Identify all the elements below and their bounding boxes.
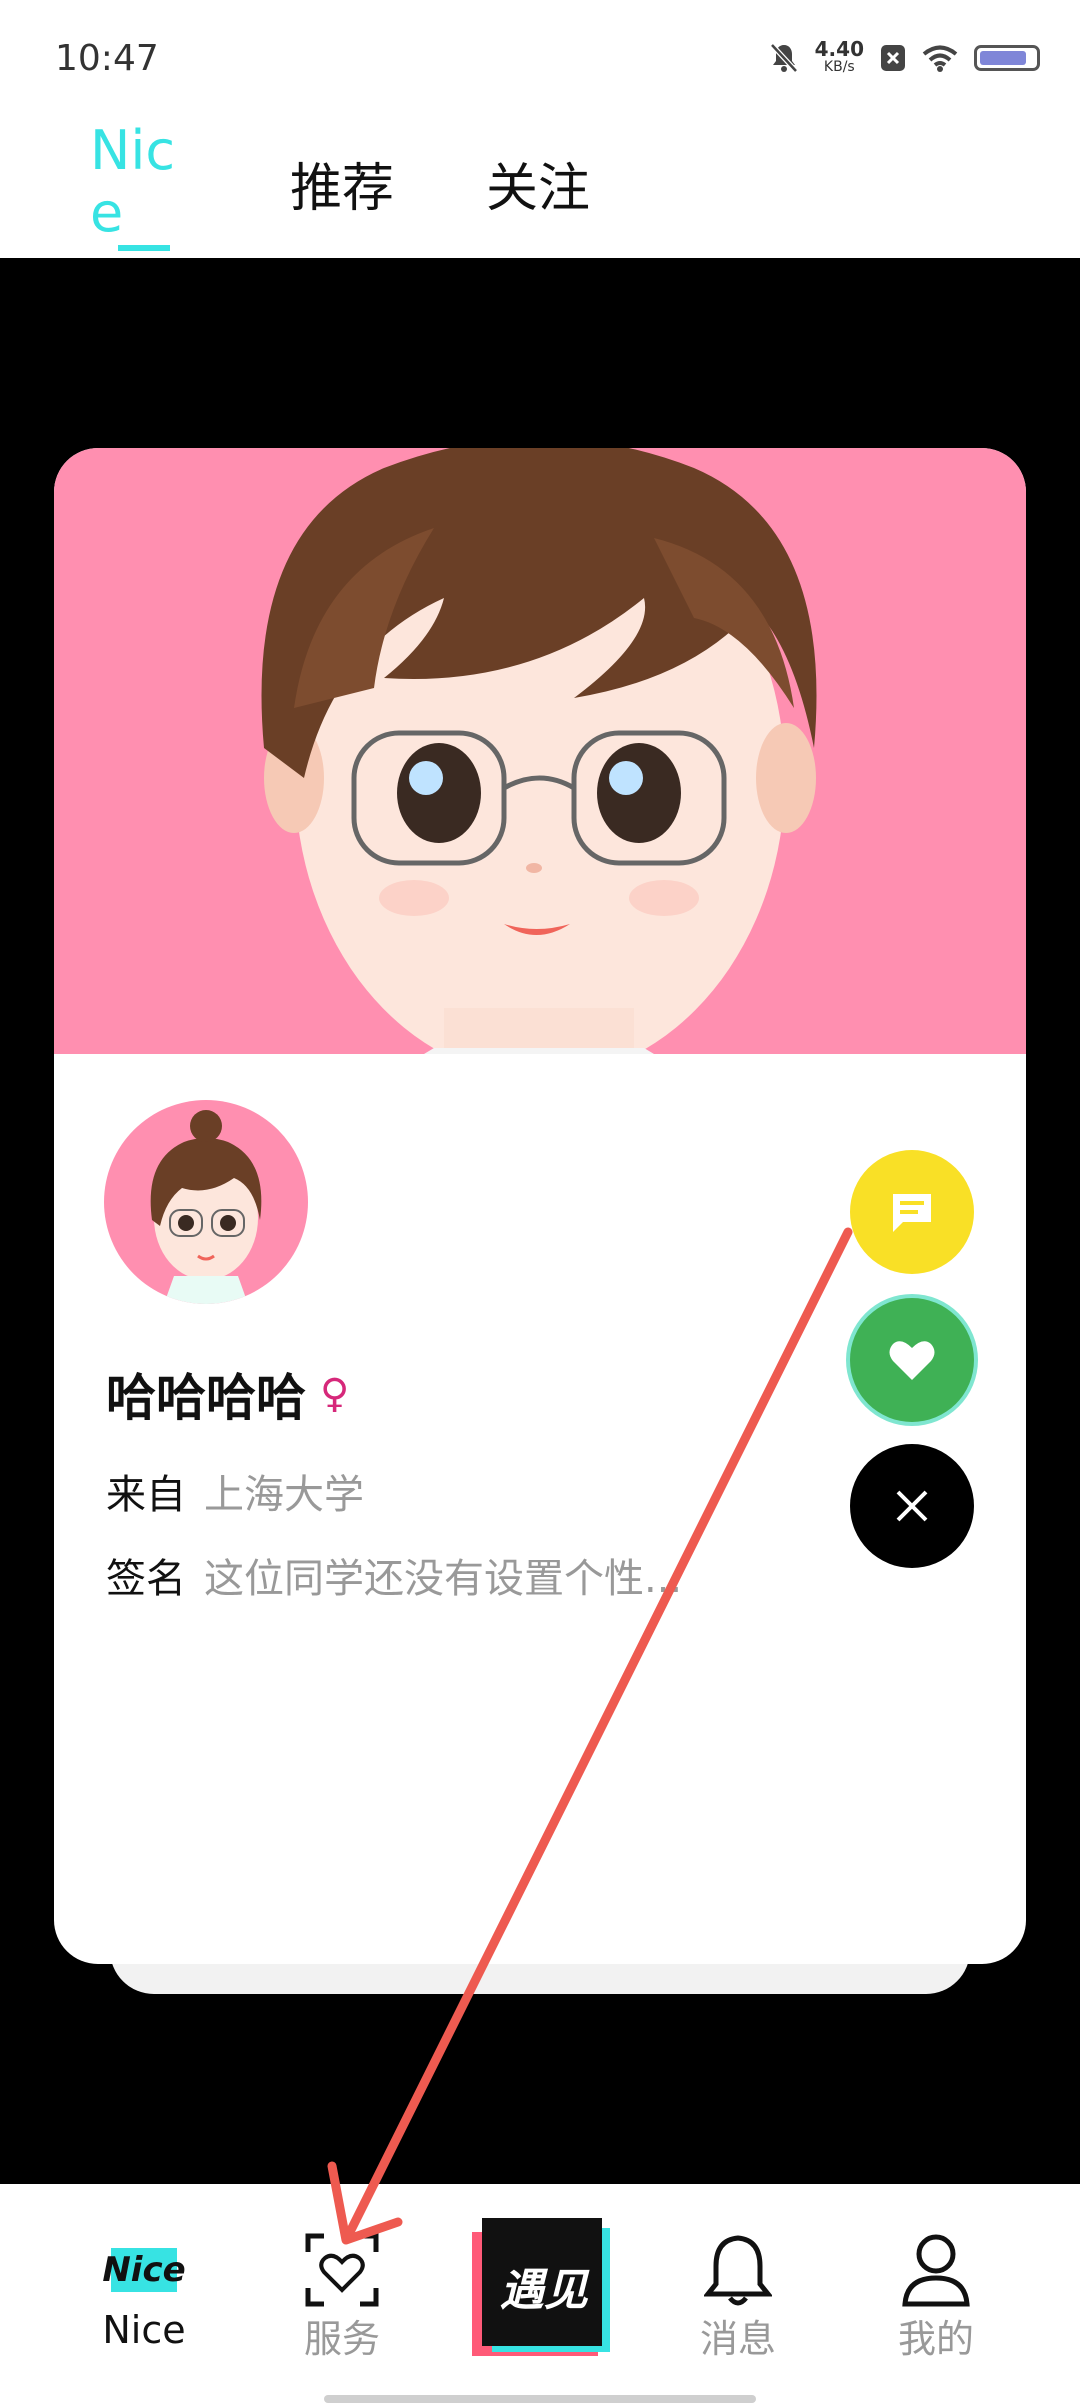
- net-speed-value: 4.40: [814, 37, 864, 61]
- from-value: 上海大学: [204, 1472, 364, 1518]
- dismiss-button[interactable]: [850, 1444, 974, 1568]
- signature-label: 签名: [106, 1556, 186, 1602]
- logo-underline: [118, 245, 170, 251]
- meet-center-label: 遇见: [500, 2265, 588, 2316]
- home-indicator: [324, 2395, 756, 2403]
- signature-row: 签名 这位同学还没有设置个性...: [106, 1546, 682, 1604]
- status-icons: 4.40 KB/s: [769, 37, 1040, 76]
- nav-service[interactable]: [262, 2228, 422, 2312]
- nav-nice-label: Nice: [102, 2308, 186, 2352]
- user-name: 哈哈哈哈: [106, 1369, 306, 1427]
- nice-logo-text: Nice: [102, 2250, 186, 2290]
- bell-icon: [702, 2235, 774, 2306]
- name-row: 哈哈哈哈 ♀: [106, 1358, 349, 1430]
- heart-scan-icon: [305, 2233, 379, 2307]
- tab-recommend[interactable]: 推荐: [290, 146, 394, 221]
- bottom-nav: Nice Nice 服务 遇见 消息 我的: [0, 2184, 1080, 2408]
- logo-line1: Nic: [90, 119, 176, 182]
- chat-bubble-icon: [893, 1194, 931, 1232]
- nav-messages-label: 消息: [699, 2317, 776, 2361]
- bell-muted-icon: [769, 43, 798, 73]
- nav-messages[interactable]: [658, 2228, 818, 2312]
- person-icon: [902, 2234, 970, 2307]
- battery-icon: [974, 45, 1040, 71]
- nav-profile[interactable]: [856, 2228, 1016, 2312]
- close-icon: [896, 1490, 928, 1522]
- wifi-icon: [922, 45, 958, 72]
- logo-line2: e: [90, 181, 124, 244]
- nav-meet-button[interactable]: 遇见: [470, 2218, 610, 2358]
- avatar[interactable]: [104, 1100, 308, 1304]
- like-button[interactable]: [850, 1298, 974, 1422]
- heart-icon: [889, 1341, 935, 1380]
- female-icon: ♀: [320, 1371, 350, 1417]
- chat-button[interactable]: [850, 1150, 974, 1274]
- app-logo[interactable]: Nic e: [90, 120, 180, 244]
- nav-profile-label: 我的: [897, 2317, 974, 2361]
- nice-logo-icon: Nice: [102, 2248, 186, 2292]
- status-time: 10:47: [55, 38, 159, 79]
- net-speed: 4.40 KB/s: [814, 37, 864, 76]
- profile-hero-image: [54, 448, 1026, 1054]
- sim-off-icon: [881, 45, 905, 71]
- top-header: Nic e 推荐 关注: [0, 120, 1080, 258]
- status-bar: 10:47 4.40 KB/s: [0, 0, 1080, 120]
- nav-nice[interactable]: Nice: [64, 2228, 224, 2292]
- nav-service-label: 服务: [303, 2317, 380, 2361]
- from-row: 来自 上海大学: [106, 1462, 364, 1520]
- from-label: 来自: [106, 1472, 186, 1518]
- tab-follow[interactable]: 关注: [486, 146, 590, 221]
- signature-value: 这位同学还没有设置个性...: [204, 1556, 683, 1602]
